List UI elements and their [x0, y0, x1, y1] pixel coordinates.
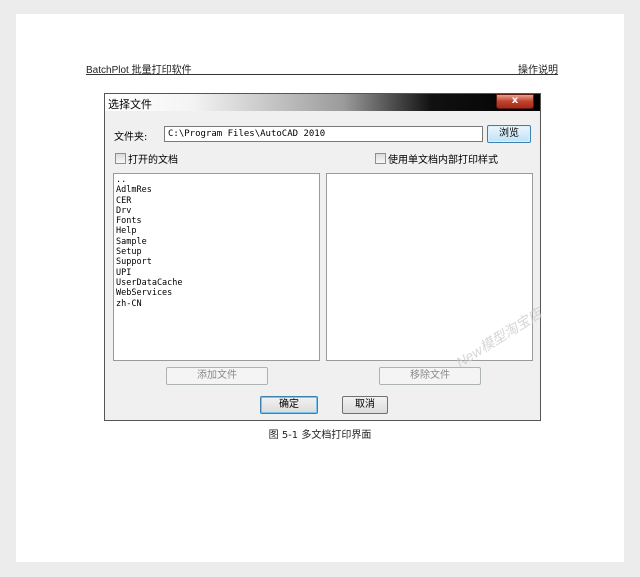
- list-item[interactable]: Sample: [114, 237, 319, 247]
- list-item[interactable]: UPI: [114, 268, 319, 278]
- open-docs-label: 打开的文档: [128, 155, 178, 166]
- list-item[interactable]: Drv: [114, 206, 319, 216]
- list-item[interactable]: UserDataCache: [114, 278, 319, 288]
- folder-label: 文件夹:: [114, 132, 148, 143]
- list-item[interactable]: Help: [114, 226, 319, 236]
- file-list-items: .. AdlmRes CER Drv Fonts Help Sample Setup Suppo…: [114, 174, 319, 309]
- list-item[interactable]: WebServices: [114, 288, 319, 298]
- add-file-button[interactable]: 添加文件: [166, 367, 268, 385]
- select-file-dialog: 选择文件 x 文件夹: C:\Program Files\AutoCAD 201…: [104, 93, 541, 421]
- list-item[interactable]: AdlmRes: [114, 185, 319, 195]
- header-divider: [86, 74, 558, 75]
- cancel-button[interactable]: 取消: [342, 396, 388, 414]
- close-icon: x: [511, 95, 519, 106]
- list-item[interactable]: Setup: [114, 247, 319, 257]
- folder-file-list[interactable]: .. AdlmRes CER Drv Fonts Help Sample Setup Suppo…: [113, 173, 320, 361]
- single-doc-style-label: 使用单文档内部打印样式: [388, 155, 498, 166]
- dialog-title: 选择文件: [108, 98, 152, 111]
- dialog-titlebar[interactable]: 选择文件 x: [105, 94, 540, 111]
- single-doc-style-checkbox[interactable]: [375, 153, 386, 164]
- titlebar-gradient: [105, 94, 540, 111]
- list-item[interactable]: ..: [114, 175, 319, 185]
- list-item[interactable]: zh-CN: [114, 299, 319, 309]
- list-item[interactable]: Fonts: [114, 216, 319, 226]
- browse-button[interactable]: 浏览: [487, 125, 531, 143]
- folder-path-input[interactable]: C:\Program Files\AutoCAD 2010: [164, 126, 483, 142]
- open-docs-checkbox[interactable]: [115, 153, 126, 164]
- close-button[interactable]: x: [496, 94, 534, 109]
- ok-button[interactable]: 确定: [260, 396, 318, 414]
- figure-caption: 图 5-1 多文档打印界面: [268, 430, 372, 441]
- list-item[interactable]: CER: [114, 196, 319, 206]
- list-item[interactable]: Support: [114, 257, 319, 267]
